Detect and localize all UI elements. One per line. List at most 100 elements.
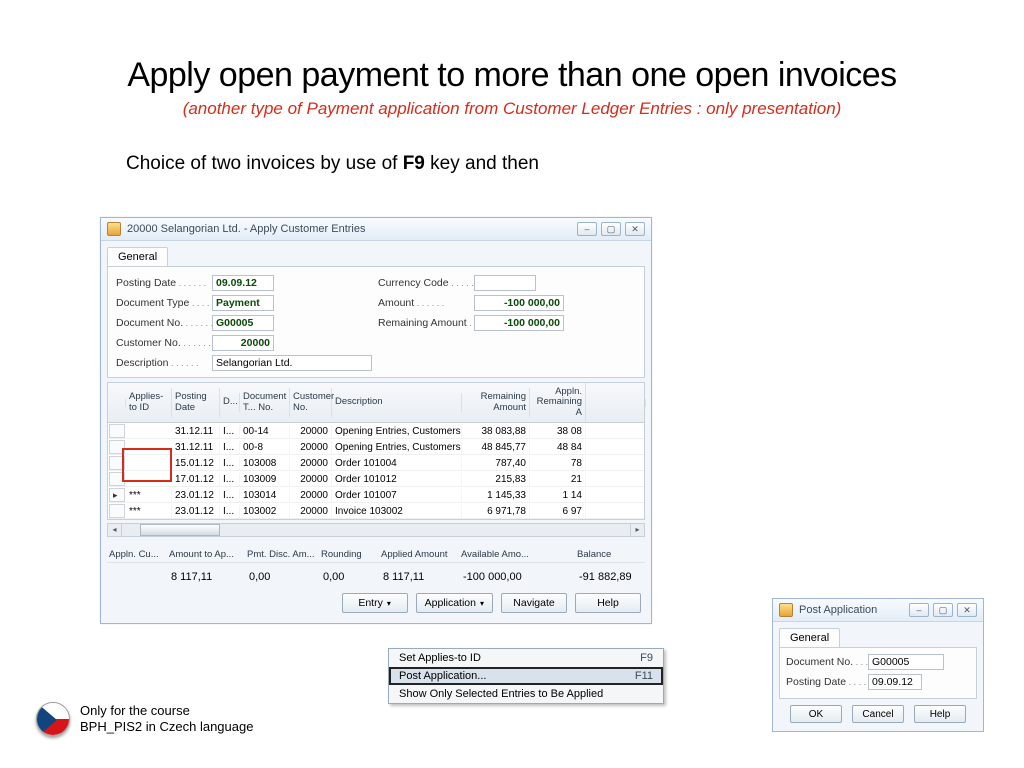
application-button[interactable]: Application▾ [416, 593, 493, 613]
help-button[interactable]: Help [575, 593, 641, 613]
summary-value: -100 000,00 [459, 569, 539, 585]
col-appln-remaining[interactable]: Appln. Remaining A [530, 383, 586, 422]
cell-doc-no: 00-8 [240, 441, 290, 454]
row-selector[interactable] [109, 424, 125, 438]
cell-remaining: 1 145,33 [462, 489, 530, 502]
cell-description: Order 101004 [332, 457, 462, 470]
cell-doc-no: 103008 [240, 457, 290, 470]
tab-general[interactable]: General [107, 247, 168, 266]
summary-value [107, 569, 167, 585]
table-row[interactable]: 31.12.11I...00-1420000Opening Entries, C… [108, 423, 644, 439]
document-no-input[interactable] [212, 315, 274, 331]
currency-code-input[interactable] [474, 275, 536, 291]
amount-label: Amount [378, 297, 474, 309]
cell-doc-type: I... [220, 425, 240, 438]
summary-label: Balance [575, 547, 645, 563]
table-row[interactable]: ***23.01.12I...10300220000Invoice 103002… [108, 503, 644, 519]
post-document-no-input[interactable] [868, 654, 944, 670]
scroll-thumb[interactable] [140, 524, 220, 536]
cell-appln-remaining: 38 08 [530, 425, 586, 438]
apply-customer-entries-window: 20000 Selangorian Ltd. - Apply Customer … [100, 217, 652, 624]
maximize-button[interactable]: ▢ [933, 603, 953, 617]
table-row[interactable]: 15.01.12I...10300820000Order 101004787,4… [108, 455, 644, 471]
description-input[interactable] [212, 355, 372, 371]
cell-date: 23.01.12 [172, 489, 220, 502]
window-titlebar[interactable]: Post Application ‒ ▢ ✕ [773, 599, 983, 622]
posting-date-input[interactable] [212, 275, 274, 291]
col-customer-no[interactable]: Customer No. [290, 388, 332, 417]
slide-subtitle: (another type of Payment application fro… [0, 99, 1024, 119]
cancel-button[interactable]: Cancel [852, 705, 904, 723]
cell-doc-type: I... [220, 505, 240, 518]
grid-header: Applies-to ID Posting Date D... Document… [108, 383, 644, 423]
remaining-amount-input[interactable] [474, 315, 564, 331]
menu-item[interactable]: Set Applies-to IDF9 [389, 649, 663, 667]
col-doc-type[interactable]: D... [220, 393, 240, 411]
horizontal-scrollbar[interactable]: ◂ ▸ [107, 523, 645, 537]
col-remaining-amount[interactable]: Remaining Amount [462, 388, 530, 417]
summary-value: 0,00 [245, 569, 319, 585]
application-context-menu: Set Applies-to IDF9Post Application...F1… [388, 648, 664, 704]
table-row[interactable]: ***23.01.12I...10301420000Order 1010071 … [108, 487, 644, 503]
row-selector[interactable] [109, 488, 125, 502]
instruction-line: Choice of two invoices by use of F9 key … [126, 153, 1024, 175]
slide-title: Apply open payment to more than one open… [0, 56, 1024, 95]
ok-button[interactable]: OK [790, 705, 842, 723]
summary-value: -91 882,89 [575, 569, 645, 585]
cell-date: 31.12.11 [172, 441, 220, 454]
menu-item-label: Set Applies-to ID [399, 652, 640, 664]
maximize-button[interactable]: ▢ [601, 222, 621, 236]
entry-button[interactable]: Entry▾ [342, 593, 408, 613]
post-posting-date-input[interactable] [868, 674, 922, 690]
col-posting-date[interactable]: Posting Date [172, 388, 220, 417]
scroll-left-icon[interactable]: ◂ [108, 524, 122, 536]
document-type-input[interactable] [212, 295, 274, 311]
summary-label: Applied Amount [379, 547, 459, 563]
cell-description: Order 101007 [332, 489, 462, 502]
cell-remaining: 6 971,78 [462, 505, 530, 518]
col-description[interactable]: Description [332, 393, 462, 411]
tab-general[interactable]: General [779, 628, 840, 647]
instruction-suffix: key and then [425, 153, 539, 174]
col-applies-to-id[interactable]: Applies-to ID [126, 388, 172, 417]
window-titlebar[interactable]: 20000 Selangorian Ltd. - Apply Customer … [101, 218, 651, 241]
post-application-window: Post Application ‒ ▢ ✕ General Document … [772, 598, 984, 732]
menu-item[interactable]: Post Application...F11 [389, 667, 663, 685]
cell-appln-remaining: 6 97 [530, 505, 586, 518]
cell-applies-id: *** [126, 489, 172, 502]
scroll-right-icon[interactable]: ▸ [630, 524, 644, 536]
summary-values: 8 117,110,000,008 117,11-100 000,00-91 8… [107, 569, 645, 585]
czech-flag-icon [36, 702, 70, 736]
currency-code-label: Currency Code [378, 277, 474, 289]
amount-input[interactable] [474, 295, 564, 311]
minimize-button[interactable]: ‒ [909, 603, 929, 617]
cell-description: Invoice 103002 [332, 505, 462, 518]
navigate-button[interactable]: Navigate [501, 593, 567, 613]
cell-description: Order 101012 [332, 473, 462, 486]
table-row[interactable]: 17.01.12I...10300920000Order 101012215,8… [108, 471, 644, 487]
menu-item-label: Show Only Selected Entries to Be Applied [399, 688, 653, 700]
customer-no-input[interactable] [212, 335, 274, 351]
footer: Only for the course BPH_PIS2 in Czech la… [36, 702, 253, 736]
summary-value: 8 117,11 [167, 569, 245, 585]
cell-customer-no: 20000 [290, 505, 332, 518]
close-button[interactable]: ✕ [625, 222, 645, 236]
menu-item[interactable]: Show Only Selected Entries to Be Applied [389, 685, 663, 703]
post-posting-date-label: Posting Date [786, 676, 868, 688]
cell-customer-no: 20000 [290, 457, 332, 470]
close-button[interactable]: ✕ [957, 603, 977, 617]
entries-grid[interactable]: Applies-to ID Posting Date D... Document… [107, 382, 645, 520]
cell-doc-type: I... [220, 441, 240, 454]
col-doc-no[interactable]: Document T... No. [240, 388, 290, 417]
summary-label: Pmt. Disc. Am... [245, 547, 319, 563]
cell-doc-type: I... [220, 489, 240, 502]
row-selector[interactable] [109, 504, 125, 518]
minimize-button[interactable]: ‒ [577, 222, 597, 236]
cell-customer-no: 20000 [290, 425, 332, 438]
table-row[interactable]: 31.12.11I...00-820000Opening Entries, Cu… [108, 439, 644, 455]
summary-label: Amount to Ap... [167, 547, 245, 563]
help-button[interactable]: Help [914, 705, 966, 723]
menu-item-shortcut: F9 [640, 652, 653, 664]
cell-applies-id [126, 430, 172, 432]
summary-value: 8 117,11 [379, 569, 459, 585]
